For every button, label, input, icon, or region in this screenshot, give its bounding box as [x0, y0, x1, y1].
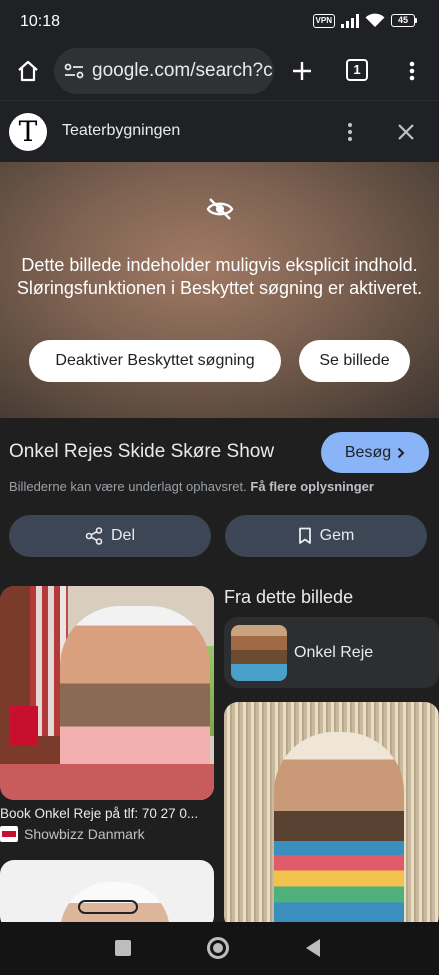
back-button[interactable]: [306, 939, 320, 957]
vpn-icon: VPN: [312, 13, 335, 28]
entity-card[interactable]: Onkel Reje: [224, 617, 439, 688]
source-logo-icon: [0, 826, 18, 842]
result-title: Onkel Rejes Skide Skøre Show: [9, 441, 275, 462]
entity-name: Onkel Reje: [294, 644, 374, 661]
tab-switcher-button[interactable]: 1: [346, 59, 368, 81]
system-nav-bar: [0, 922, 439, 975]
chevron-right-icon: [397, 447, 405, 458]
home-nav-button[interactable]: [207, 937, 229, 959]
from-this-image-heading: Fra dette billede: [224, 587, 354, 607]
share-button[interactable]: Del: [9, 515, 211, 557]
danish-flag: [10, 706, 38, 746]
close-button[interactable]: [392, 118, 420, 146]
visit-button[interactable]: Besøg: [321, 432, 429, 473]
address-bar[interactable]: google.com/search?c: [54, 48, 274, 94]
see-image-button[interactable]: Se billede: [299, 340, 410, 382]
home-button[interactable]: [12, 55, 44, 87]
status-time: 10:18: [20, 13, 61, 30]
bookmark-icon: [298, 527, 311, 544]
copyright-text: Billederne kan være underlagt ophavsret.: [9, 479, 247, 494]
visibility-off-icon: [206, 198, 234, 220]
copyright-notice: Billederne kan være underlagt ophavsret.…: [9, 479, 374, 494]
new-tab-button[interactable]: [286, 55, 318, 87]
result-image-thumbnail[interactable]: [0, 860, 214, 930]
site-more-button[interactable]: [338, 118, 362, 146]
save-button[interactable]: Gem: [225, 515, 427, 557]
url-text: google.com/search?c: [92, 60, 273, 81]
close-icon: [398, 124, 414, 140]
result-image-thumbnail[interactable]: [224, 702, 439, 930]
share-label: Del: [110, 527, 135, 544]
entity-thumbnail: [231, 625, 287, 681]
deactivate-safesearch-button[interactable]: Deaktiver Beskyttet søgning: [29, 340, 281, 382]
battery-icon: 45: [391, 14, 417, 27]
result-image-thumbnail[interactable]: [0, 586, 214, 800]
plus-icon: [293, 62, 311, 80]
site-settings-icon[interactable]: [64, 63, 84, 79]
visit-label: Besøg: [344, 443, 392, 461]
source-name: Showbizz Danmark: [24, 826, 145, 842]
wifi-icon: [365, 13, 385, 27]
image-source[interactable]: Showbizz Danmark: [0, 826, 145, 842]
image-caption[interactable]: Book Onkel Reje på tlf: 70 27 0...: [0, 806, 214, 821]
save-label: Gem: [319, 527, 355, 544]
battery-level: 45: [391, 14, 415, 27]
status-bar: 10:18 VPN 45: [0, 0, 439, 44]
more-info-link[interactable]: Få flere oplysninger: [250, 479, 374, 494]
browser-menu-button[interactable]: [398, 55, 426, 87]
site-logo: T: [9, 113, 47, 151]
explicit-content-message: Dette billede indeholder muligvis ekspli…: [16, 255, 423, 298]
browser-toolbar: google.com/search?c 1: [0, 44, 439, 100]
more-vert-icon: [409, 61, 415, 81]
status-icons: VPN 45: [312, 13, 417, 28]
recents-button[interactable]: [115, 940, 131, 956]
home-icon: [18, 60, 38, 82]
site-header: T Teaterbygningen: [0, 100, 439, 162]
more-vert-icon: [347, 122, 353, 142]
blurred-image-preview: Dette billede indeholder muligvis ekspli…: [0, 162, 439, 418]
site-name[interactable]: Teaterbygningen: [62, 122, 180, 140]
share-icon: [85, 527, 103, 545]
signal-icon: [341, 13, 359, 28]
